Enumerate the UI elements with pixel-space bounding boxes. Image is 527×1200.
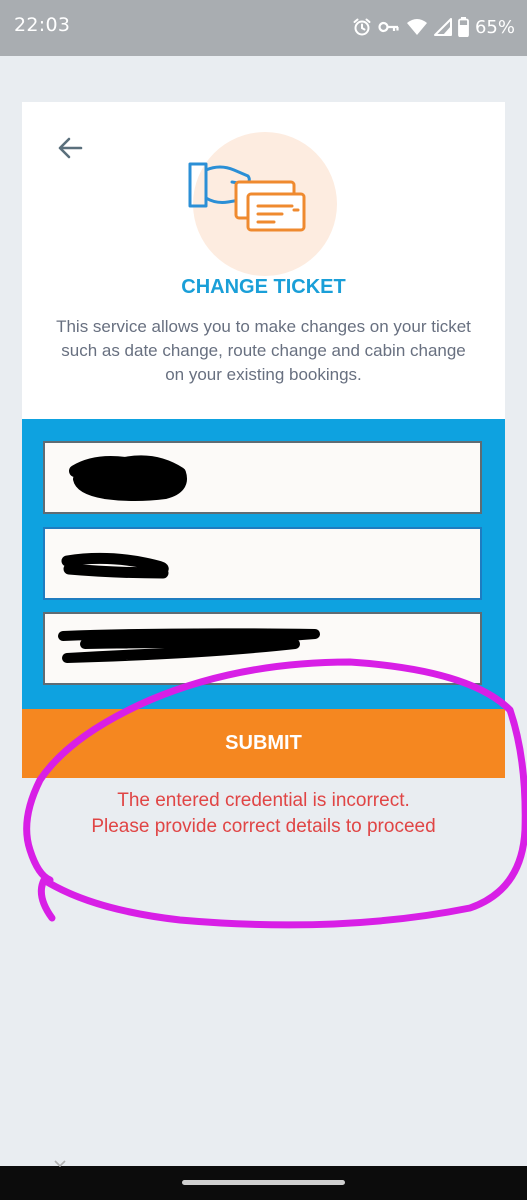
submit-button[interactable]: SUBMIT: [22, 709, 505, 778]
error-line-1: The entered credential is incorrect.: [117, 790, 410, 811]
email-field[interactable]: [43, 612, 482, 685]
error-message: The entered credential is incorrect. Ple…: [0, 788, 527, 840]
status-icons: 65%: [352, 14, 515, 40]
vpn-key-icon: [378, 21, 399, 33]
back-arrow-icon[interactable]: [56, 134, 84, 162]
wifi-icon: [406, 19, 427, 35]
hand-ticket-icon: [188, 162, 306, 232]
chevron-down-icon: [54, 1160, 66, 1168]
status-time: 22:03: [14, 14, 71, 36]
signal-icon: [433, 18, 452, 36]
redaction-scribble: [69, 455, 187, 501]
battery-icon: [458, 17, 469, 37]
gesture-handle[interactable]: [182, 1180, 345, 1185]
form-panel: [22, 419, 505, 709]
booking-reference-field[interactable]: [43, 441, 482, 514]
system-navigation-bar: [0, 1166, 527, 1200]
alarm-icon: [353, 18, 371, 36]
last-name-field[interactable]: [43, 527, 482, 600]
page-title: CHANGE TICKET: [181, 276, 346, 298]
change-ticket-card: CHANGE TICKET This service allows you to…: [22, 102, 505, 778]
service-description: This service allows you to make changes …: [56, 317, 471, 384]
redaction-scribble: [61, 552, 169, 579]
submit-label: SUBMIT: [225, 732, 302, 754]
status-bar: 22:03 65%: [0, 0, 527, 56]
battery-percent: 65%: [474, 16, 515, 38]
error-line-2: Please provide correct details to procee…: [91, 816, 436, 837]
redaction-scribble: [58, 628, 320, 663]
